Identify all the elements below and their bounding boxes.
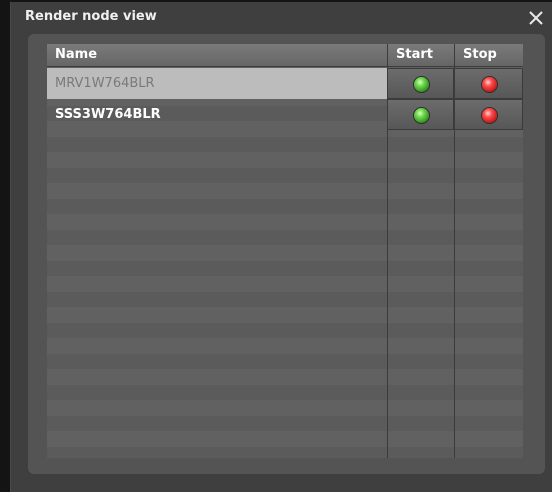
green-led-icon [413, 107, 429, 123]
stop-button[interactable] [454, 99, 523, 130]
table-row[interactable]: SSS3W764BLR [47, 99, 523, 130]
title-bar: Render node view [11, 2, 552, 32]
column-header-stop[interactable]: Stop [454, 44, 523, 66]
node-name[interactable]: MRV1W764BLR [47, 68, 387, 99]
column-header-name[interactable]: Name [47, 44, 387, 66]
render-node-table: Name Start Stop MRV1W764BLR SSS3W764BLR [47, 44, 523, 458]
start-button[interactable] [387, 68, 454, 99]
content-panel: Name Start Stop MRV1W764BLR SSS3W764BLR [28, 34, 545, 474]
render-node-view-dialog: Render node view Name Start Stop MRV1W76… [10, 2, 552, 492]
red-led-icon [481, 107, 497, 123]
dialog-title: Render node view [25, 9, 157, 24]
table-row[interactable]: MRV1W764BLR [47, 68, 523, 99]
close-icon[interactable] [525, 7, 547, 29]
start-button[interactable] [387, 99, 454, 130]
node-name[interactable]: SSS3W764BLR [47, 99, 387, 130]
red-led-icon [481, 76, 497, 92]
stop-button[interactable] [454, 68, 523, 99]
green-led-icon [413, 76, 429, 92]
column-header-start[interactable]: Start [387, 44, 454, 66]
table-header: Name Start Stop [47, 44, 523, 67]
